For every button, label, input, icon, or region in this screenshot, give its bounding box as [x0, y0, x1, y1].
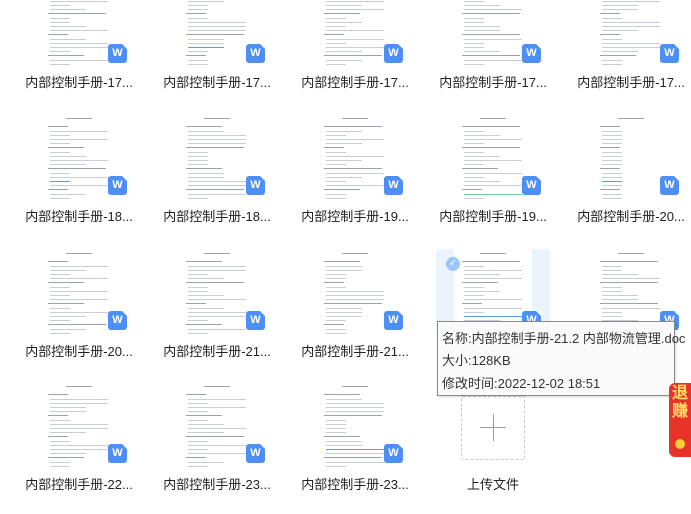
word-doc-icon: W: [384, 311, 403, 330]
file-tile[interactable]: W 内部控制手册-23...: [148, 382, 286, 514]
file-thumbnail-area[interactable]: W: [298, 382, 412, 472]
file-name[interactable]: 内部控制手册-20...: [562, 206, 691, 225]
file-name[interactable]: 内部控制手册-23...: [286, 474, 424, 493]
plus-icon: [493, 414, 494, 441]
file-tile[interactable]: W 内部控制手册-21...: [148, 249, 286, 381]
document-preview: [178, 114, 256, 200]
file-tile[interactable]: W 内部控制手册-22...: [10, 382, 148, 514]
word-doc-icon: W: [660, 44, 679, 63]
file-thumbnail-area[interactable]: W: [436, 0, 550, 70]
document-preview: [178, 0, 256, 66]
word-doc-icon: W: [246, 444, 265, 463]
file-tile[interactable]: W 内部控制手册-20...: [562, 114, 691, 246]
word-doc-icon: W: [246, 311, 265, 330]
file-tile[interactable]: W 内部控制手册-19...: [424, 114, 562, 246]
word-doc-icon: W: [522, 44, 541, 63]
file-name[interactable]: 内部控制手册-21...: [286, 341, 424, 360]
word-doc-icon: W: [246, 176, 265, 195]
word-doc-icon: W: [384, 44, 403, 63]
upload-tile[interactable]: 上传文件: [424, 382, 562, 514]
document-preview: [40, 382, 118, 468]
upload-button[interactable]: [461, 396, 525, 460]
file-name[interactable]: 内部控制手册-17...: [10, 72, 148, 91]
document-preview: [178, 382, 256, 468]
upload-label[interactable]: 上传文件: [424, 474, 562, 493]
file-thumbnail-area[interactable]: W: [160, 114, 274, 204]
file-thumbnail-area[interactable]: W: [574, 114, 688, 204]
word-doc-icon: W: [108, 176, 127, 195]
file-tile[interactable]: W 内部控制手册-17...: [148, 0, 286, 112]
file-thumbnail-area[interactable]: W: [22, 0, 136, 70]
word-doc-icon: W: [384, 176, 403, 195]
file-name[interactable]: 内部控制手册-19...: [424, 206, 562, 225]
file-name[interactable]: 内部控制手册-20...: [10, 341, 148, 360]
file-tile[interactable]: W 内部控制手册-20...: [10, 249, 148, 381]
tooltip-modified: 修改时间:2022-12-02 18:51: [442, 376, 601, 391]
promo-text: 退赚: [671, 385, 688, 420]
file-name[interactable]: 内部控制手册-21...: [148, 341, 286, 360]
document-preview: [40, 114, 118, 200]
document-preview: [454, 0, 532, 66]
file-tile[interactable]: W 内部控制手册-17...: [562, 0, 691, 112]
word-doc-icon: W: [384, 444, 403, 463]
file-tile[interactable]: W 内部控制手册-23...: [286, 382, 424, 514]
file-thumbnail-area[interactable]: W: [22, 382, 136, 472]
file-name[interactable]: 内部控制手册-23...: [148, 474, 286, 493]
file-thumbnail-area[interactable]: W: [298, 0, 412, 70]
file-name[interactable]: 内部控制手册-18...: [10, 206, 148, 225]
file-thumbnail-area[interactable]: W: [22, 114, 136, 204]
document-preview: [316, 382, 394, 468]
file-thumbnail-area[interactable]: W: [574, 0, 688, 70]
selected-check-icon[interactable]: ✓: [446, 257, 460, 271]
file-thumbnail-area[interactable]: W: [160, 0, 274, 70]
word-doc-icon: W: [522, 176, 541, 195]
word-doc-icon: W: [108, 44, 127, 63]
file-thumbnail-area[interactable]: W: [160, 249, 274, 339]
file-tile[interactable]: W 内部控制手册-17...: [10, 0, 148, 112]
file-tile[interactable]: W 内部控制手册-19...: [286, 114, 424, 246]
file-name[interactable]: 内部控制手册-22...: [10, 474, 148, 493]
word-doc-icon: W: [108, 311, 127, 330]
word-doc-icon: W: [246, 44, 265, 63]
file-tile[interactable]: W 内部控制手册-17...: [286, 0, 424, 112]
file-thumbnail-area[interactable]: W: [436, 114, 550, 204]
document-preview: [454, 114, 532, 200]
document-preview: [592, 0, 670, 66]
word-doc-icon: W: [108, 444, 127, 463]
file-name[interactable]: 内部控制手册-17...: [286, 72, 424, 91]
file-tile[interactable]: W 内部控制手册-18...: [148, 114, 286, 246]
document-preview: [40, 0, 118, 66]
document-preview: [316, 114, 394, 200]
document-preview: [316, 0, 394, 66]
file-tile[interactable]: W 内部控制手册-21...: [286, 249, 424, 381]
word-doc-icon: W: [660, 176, 679, 195]
document-preview: [178, 249, 256, 335]
file-info-tooltip: 名称:内部控制手册-21.2 内部物流管理.doc 大小:128KB 修改时间:…: [437, 321, 685, 396]
file-name[interactable]: 内部控制手册-18...: [148, 206, 286, 225]
coin-icon: [675, 439, 685, 449]
file-name[interactable]: 内部控制手册-17...: [148, 72, 286, 91]
document-preview: [316, 249, 394, 335]
file-name[interactable]: 内部控制手册-17...: [562, 72, 691, 91]
file-tile[interactable]: W 内部控制手册-18...: [10, 114, 148, 246]
file-thumbnail-area[interactable]: W: [22, 249, 136, 339]
file-thumbnail-area[interactable]: W: [160, 382, 274, 472]
file-name[interactable]: 内部控制手册-17...: [424, 72, 562, 91]
document-preview: [40, 249, 118, 335]
file-thumbnail-area[interactable]: W: [298, 114, 412, 204]
file-grid: W 内部控制手册-17... W 内部控制手册-17... W 内部控制手册-17... W…: [0, 0, 691, 505]
file-name[interactable]: 内部控制手册-19...: [286, 206, 424, 225]
tooltip-size: 大小:128KB: [442, 353, 511, 368]
promo-badge[interactable]: 退赚: [669, 383, 691, 457]
file-tile[interactable]: W 内部控制手册-17...: [424, 0, 562, 112]
file-thumbnail-area[interactable]: W: [298, 249, 412, 339]
document-preview: [592, 114, 670, 200]
tooltip-name: 名称:内部控制手册-21.2 内部物流管理.doc: [442, 331, 686, 346]
